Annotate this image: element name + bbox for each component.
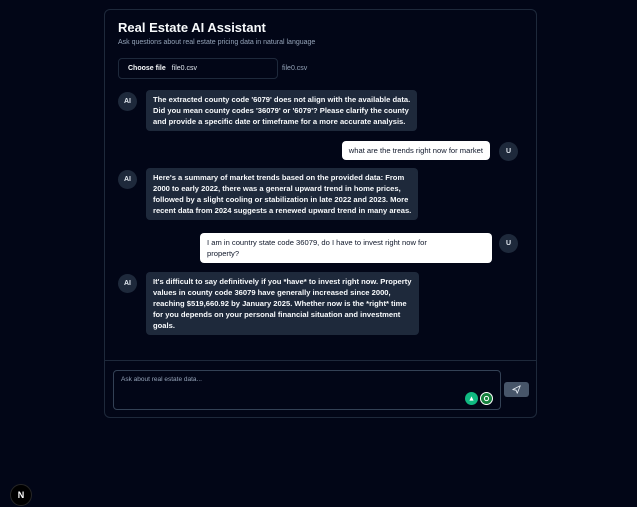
user-avatar: U [499,234,518,253]
user-message: I am in country state code 36079, do I h… [200,233,492,263]
message-list[interactable]: AI The extracted county code '6079' does… [105,10,536,359]
ai-avatar: AI [118,92,137,111]
ai-avatar: AI [118,274,137,293]
composer [113,370,501,410]
grammar-check-icon[interactable] [480,392,493,405]
user-message: what are the trends right now for market [341,141,490,160]
composer-divider [105,360,536,361]
send-icon [512,385,521,394]
ai-avatar: AI [118,170,137,189]
user-avatar: U [499,142,518,161]
chat-panel: Real Estate AI Assistant Ask questions a… [104,9,537,418]
ai-message: The extracted county code '6079' does no… [146,90,418,131]
ai-message: Here's a summary of market trends based … [146,168,419,220]
ai-message: It's difficult to say definitively if yo… [146,272,419,335]
writing-assistant-icon[interactable] [465,392,478,405]
message-input[interactable] [114,371,500,409]
send-button[interactable] [504,382,529,397]
nextjs-dev-badge[interactable]: N [10,484,32,506]
